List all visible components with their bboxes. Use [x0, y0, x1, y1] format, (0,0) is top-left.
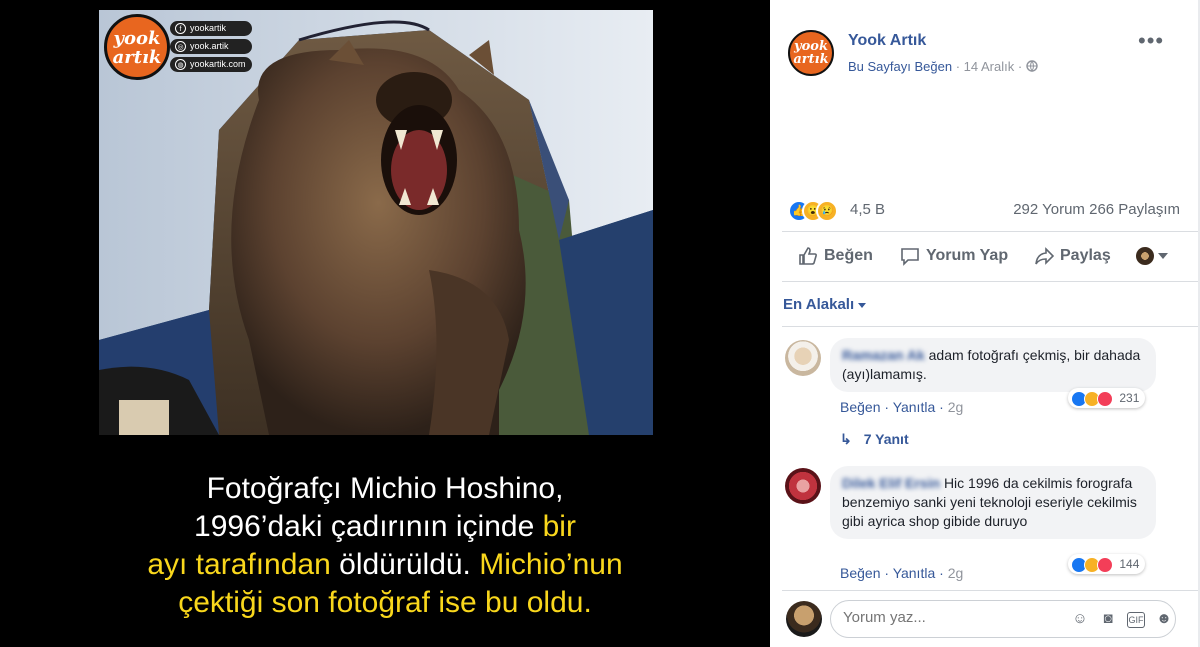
divider [782, 231, 1198, 232]
share-icon [1035, 247, 1054, 265]
caption-line-3: ayı tarafından öldürüldü. Michio’nun [60, 546, 710, 584]
brand-handles: f yookartik ◎ yook.artik ◍ yookartik.com [170, 21, 252, 75]
comment-like-link[interactable]: Beğen [840, 565, 880, 581]
brand-logo: yook artık [104, 14, 170, 80]
sort-label: En Alakalı [783, 296, 855, 313]
comment-reaction-count: 144 [1119, 557, 1140, 571]
like-page-link[interactable]: Bu Sayfayı Beğen [848, 59, 952, 74]
comment-timestamp[interactable]: 2g [948, 565, 964, 581]
comment-reaction-summary[interactable]: 231 [1068, 388, 1146, 408]
caption-highlight: bir [542, 510, 576, 543]
globe-icon [1026, 60, 1038, 72]
post-meta: Bu Sayfayı Beğen · 14 Aralık · [848, 59, 1038, 74]
divider [782, 590, 1198, 591]
top-overflow-strip [650, 0, 770, 10]
brand-facebook-handle: f yookartik [170, 21, 252, 36]
sad-reaction-icon: 😢 [816, 200, 838, 222]
facebook-icon: f [175, 23, 186, 34]
comment-actions: Beğen · Yanıtla · 2g [840, 399, 964, 415]
divider [782, 326, 1198, 327]
post-options-icon[interactable]: ••• [1138, 28, 1164, 54]
post-sidebar: yook artık Yook Artık Bu Sayfayı Beğen ·… [770, 0, 1200, 647]
caption-line-2: 1996’daki çadırının içinde bir [60, 508, 710, 546]
photo-caption: Fotoğrafçı Michio Hoshino, 1996’daki çad… [60, 470, 710, 622]
post-as-selector[interactable] [1136, 247, 1168, 265]
comment-timestamp[interactable]: 2g [948, 399, 964, 415]
page-avatar-text-bottom: artık [793, 52, 829, 67]
caption-highlight: ayı tarafından [147, 548, 331, 581]
gif-icon[interactable]: GIF [1127, 612, 1145, 628]
reaction-count[interactable]: 4,5 B [850, 201, 885, 218]
instagram-icon: ◎ [175, 41, 186, 52]
comment-author-name[interactable]: Ramazan Ak [842, 347, 925, 363]
emoji-icon[interactable]: ☺ [1071, 610, 1089, 628]
brand-handle-text: yook.artik [190, 41, 229, 51]
share-button-label: Paylaş [1060, 247, 1111, 265]
comment-count-link[interactable]: 292 Yorum [1013, 201, 1085, 218]
caret-down-icon [858, 302, 867, 308]
brand-logo-text-top: yook [113, 28, 161, 49]
reply-arrow-icon: ↳ [840, 431, 852, 447]
photo-viewer: yook artık f yookartik ◎ yook.artik ◍ yooka… [0, 0, 770, 647]
post-date[interactable]: · 14 Aralık · [952, 59, 1026, 74]
brand-handle-text: yookartik [190, 23, 227, 33]
comment-icon [901, 248, 919, 266]
page-avatar[interactable]: yook artık [788, 30, 834, 76]
view-replies-link[interactable]: ↳ 7 Yanıt [840, 431, 909, 448]
comment-actions: Beğen · Yanıtla · 2g [840, 565, 964, 581]
caption-text: 1996’daki çadırının içinde [194, 510, 543, 543]
divider [782, 281, 1198, 282]
comment-bubble: Ramazan Ak adam fotoğrafı çekmiş, bir da… [830, 338, 1156, 392]
chevron-down-icon [1158, 253, 1168, 259]
comment-author-avatar[interactable] [785, 340, 821, 376]
brand-instagram-handle: ◎ yook.artik [170, 39, 252, 54]
page-name-link[interactable]: Yook Artık [848, 32, 926, 50]
post-stats: 292 Yorum 266 Paylaşım [1013, 201, 1180, 218]
globe-icon: ◍ [175, 59, 186, 70]
comment-like-link[interactable]: Beğen [840, 399, 880, 415]
share-button[interactable]: Paylaş [1034, 246, 1111, 266]
comment-author-name[interactable]: Dilek Elif Ersin [842, 475, 940, 491]
share-count-link[interactable]: 266 Paylaşım [1089, 201, 1180, 218]
comment-reply-link[interactable]: Yanıtla [893, 565, 936, 581]
love-reaction-icon [1097, 390, 1113, 407]
like-button-label: Beğen [824, 247, 873, 265]
sticker-icon[interactable]: ☻ [1155, 610, 1173, 628]
replies-label: 7 Yanıt [863, 431, 909, 447]
comment-reaction-summary[interactable]: 144 [1068, 554, 1146, 574]
comment-bubble: Dilek Elif Ersin Hic 1996 da cekilmis fo… [830, 466, 1156, 539]
brand-website: ◍ yookartik.com [170, 57, 252, 72]
caption-line-1: Fotoğrafçı Michio Hoshino, [206, 472, 564, 505]
love-reaction-icon [1097, 556, 1113, 573]
post-action-bar: Beğen Yorum Yap Paylaş [770, 240, 1200, 274]
mini-avatar [1136, 247, 1154, 265]
comment-reaction-count: 231 [1119, 391, 1140, 405]
comment-button-label: Yorum Yap [926, 247, 1009, 265]
comment-sort-dropdown[interactable]: En Alakalı [783, 296, 867, 313]
comment-reply-link[interactable]: Yanıtla [893, 399, 936, 415]
camera-icon[interactable]: ◙ [1099, 610, 1117, 628]
comment-author-avatar[interactable] [785, 468, 821, 504]
thumbs-up-icon [799, 247, 817, 265]
brand-handle-text: yookartik.com [190, 59, 246, 69]
brand-logo-text-bottom: artık [112, 47, 162, 68]
caption-highlight: Michio’nun [479, 548, 623, 581]
like-button[interactable]: Beğen [798, 246, 873, 266]
caption-text: öldürüldü. [330, 548, 480, 581]
comment-input[interactable] [841, 608, 1065, 627]
comment-button[interactable]: Yorum Yap [900, 246, 1008, 266]
caption-line-4: çektiği son fotoğraf ise bu oldu. [178, 586, 592, 619]
current-user-avatar [786, 601, 822, 637]
comment-composer[interactable]: ☺ ◙ GIF ☻ [830, 600, 1176, 638]
